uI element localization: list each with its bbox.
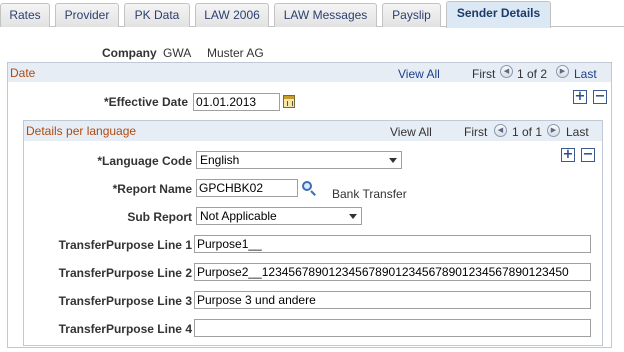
date-first-label: First xyxy=(472,67,496,81)
purpose-line-2-field[interactable]: Purpose2__123456789012345678901234567890… xyxy=(194,263,591,281)
sub-report-select[interactable]: Not Applicable xyxy=(196,207,362,225)
sub-report-label: Sub Report xyxy=(127,210,192,224)
purpose-line-2-label: TransferPurpose Line 2 xyxy=(58,266,192,280)
tab-provider[interactable]: Provider xyxy=(55,3,119,27)
chevron-down-icon xyxy=(389,158,397,163)
tab-rates[interactable]: Rates xyxy=(0,3,50,27)
chevron-down-icon xyxy=(349,214,357,219)
tab-bar: Rates Provider PK Data LAW 2006 LAW Mess… xyxy=(0,0,624,28)
effective-date-field[interactable]: 01.01.2013 xyxy=(193,93,280,111)
arrow-right-icon[interactable]: ▶ xyxy=(556,65,569,78)
magnifier-icon[interactable] xyxy=(302,181,316,196)
arrow-right-icon[interactable]: ▶ xyxy=(547,124,560,137)
report-name-field[interactable]: GPCHBK02 xyxy=(196,179,298,197)
language-range-text: 1 of 1 xyxy=(512,125,543,139)
company-label: Company xyxy=(102,46,157,60)
arrow-left-icon[interactable]: ◀ xyxy=(500,65,513,78)
language-last-label: Last xyxy=(566,125,589,139)
add-date-row-button[interactable]: + xyxy=(573,90,587,104)
purpose-line-1-label: TransferPurpose Line 1 xyxy=(58,238,192,252)
add-language-row-button[interactable]: + xyxy=(561,148,575,162)
purpose-line-1-field[interactable]: Purpose1__ xyxy=(194,235,591,253)
language-code-select[interactable]: English xyxy=(196,151,402,169)
date-range-text: 1 of 2 xyxy=(517,67,548,81)
language-first-label: First xyxy=(464,125,488,139)
delete-language-row-button[interactable]: − xyxy=(581,148,595,162)
effective-date-label: *Effective Date xyxy=(103,95,188,109)
minus-icon: − xyxy=(582,147,594,162)
plus-icon: + xyxy=(562,147,574,162)
purpose-line-4-field[interactable] xyxy=(194,319,591,337)
tab-pk-data[interactable]: PK Data xyxy=(124,3,190,27)
calendar-icon[interactable] xyxy=(283,95,295,108)
language-view-all[interactable]: View All xyxy=(390,125,432,139)
company-name: Muster AG xyxy=(207,46,264,60)
language-code-label: *Language Code xyxy=(97,154,192,168)
report-name-label: *Report Name xyxy=(112,182,192,196)
tab-payslip[interactable]: Payslip xyxy=(382,3,441,27)
language-section-title: Details per language xyxy=(26,124,137,138)
date-section-title: Date xyxy=(10,66,36,80)
purpose-line-3-label: TransferPurpose Line 3 xyxy=(58,294,192,308)
plus-icon: + xyxy=(574,89,586,104)
delete-date-row-button[interactable]: − xyxy=(593,90,607,104)
sub-report-value: Not Applicable xyxy=(200,209,277,223)
arrow-left-icon[interactable]: ◀ xyxy=(494,124,507,137)
company-code: GWA xyxy=(163,46,192,60)
report-description: Bank Transfer xyxy=(332,187,407,201)
minus-icon: − xyxy=(594,89,606,104)
tab-law-2006[interactable]: LAW 2006 xyxy=(195,3,269,27)
date-view-all-link[interactable]: View All xyxy=(398,67,440,81)
language-code-value: English xyxy=(200,153,240,167)
tab-sender-details[interactable]: Sender Details xyxy=(446,1,551,28)
tab-law-messages[interactable]: LAW Messages xyxy=(274,3,377,27)
purpose-line-3-field[interactable]: Purpose 3 und andere xyxy=(194,291,591,309)
date-last-link[interactable]: Last xyxy=(574,67,597,81)
purpose-line-4-label: TransferPurpose Line 4 xyxy=(58,322,192,336)
